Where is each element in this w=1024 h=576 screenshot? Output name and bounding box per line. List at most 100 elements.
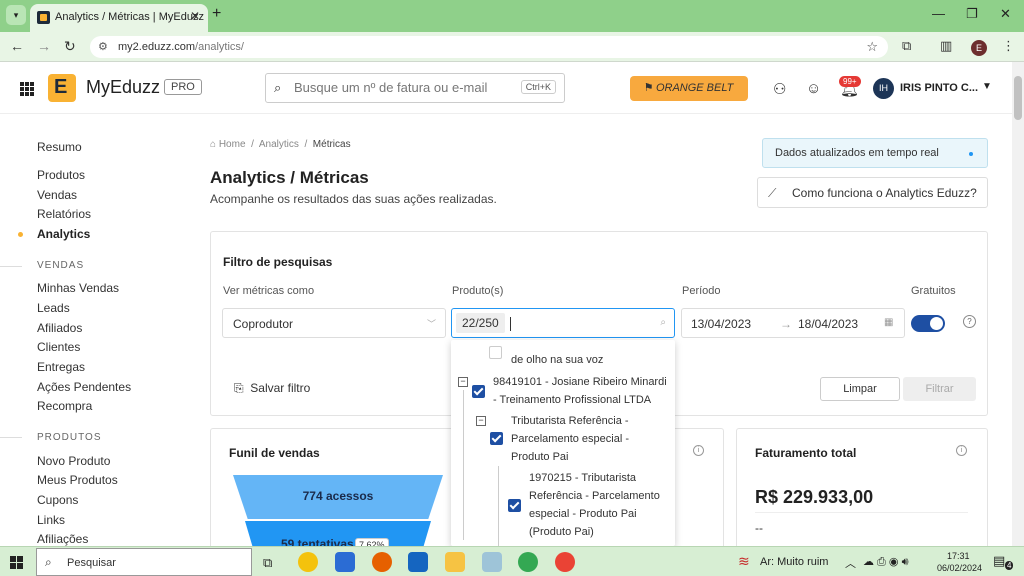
site-info-icon[interactable]: ⚙	[98, 40, 108, 53]
tab-close-icon[interactable]: ✕	[190, 9, 200, 23]
clock-date[interactable]: 06/02/2024	[937, 563, 982, 573]
scrollbar-thumb[interactable]	[1014, 76, 1022, 120]
howto-button[interactable]: ⟋ Como funciona o Analytics Eduzz?	[757, 177, 988, 208]
apply-filter-button[interactable]: Filtrar	[903, 377, 976, 401]
info-icon[interactable]: i	[956, 445, 967, 456]
collapse-icon[interactable]: −	[458, 377, 468, 387]
sidebar-section-vendas: VENDAS	[37, 260, 85, 271]
sidebar-item-analytics[interactable]: Analytics	[37, 227, 90, 241]
date-from[interactable]: 13/04/2023	[691, 317, 751, 331]
chrome-active-icon[interactable]	[555, 552, 575, 572]
funnel-stage-accesses[interactable]: 774 acessos	[233, 475, 443, 519]
chevron-down-icon[interactable]: ▼	[982, 81, 992, 92]
product-checkbox[interactable]	[508, 499, 521, 512]
sidebar-item-recompra[interactable]: Recompra	[37, 399, 92, 413]
sidebar-item-meus-produtos[interactable]: Meus Produtos	[37, 473, 118, 487]
address-bar[interactable]: ⚙ my2.eduzz.com/analytics/ ☆	[90, 36, 888, 58]
browser-tab[interactable]: Analytics / Métricas | MyEduzz ✕	[30, 4, 208, 32]
sidebar-item-clientes[interactable]: Clientes	[37, 340, 80, 354]
myeduzz-logo[interactable]	[48, 74, 76, 102]
view-as-select[interactable]: Coprodutor ﹀	[222, 308, 446, 338]
sidebar-item-afiliacoes[interactable]: Afiliações	[37, 532, 88, 546]
info-icon[interactable]: i	[693, 445, 704, 456]
reload-icon[interactable]: ↻	[64, 38, 76, 55]
sidebar-item-resumo[interactable]: Resumo	[37, 140, 82, 154]
weather-text[interactable]: Ar: Muito ruim	[760, 556, 828, 568]
windows-start-icon[interactable]	[10, 556, 23, 569]
restore-icon[interactable]: ❐	[966, 6, 978, 22]
sidebar-item-produtos[interactable]: Produtos	[37, 168, 85, 182]
sidebar-item-links[interactable]: Links	[37, 513, 65, 527]
task-view-icon[interactable]: ⧉	[263, 555, 272, 571]
save-filter-button[interactable]: ⎘ Salvar filtro	[234, 381, 310, 396]
chat-icon[interactable]: ☺	[806, 80, 821, 97]
new-tab-icon[interactable]: +	[212, 5, 221, 23]
forward-icon[interactable]: →	[37, 38, 51, 54]
tray-chevron-icon[interactable]: ︿	[845, 555, 856, 571]
extensions-icon[interactable]: ⧉	[902, 38, 911, 54]
product-option[interactable]: 98419101 - Josiane Ribeiro Minardi - Tre…	[493, 373, 669, 409]
product-checkbox[interactable]	[489, 346, 502, 359]
sidebar-item-minhas-vendas[interactable]: Minhas Vendas	[37, 281, 119, 295]
back-icon[interactable]: ←	[10, 38, 24, 54]
tree-line	[498, 466, 499, 546]
product-option[interactable]: de olho na sua voz	[511, 351, 661, 369]
period-picker[interactable]: 13/04/2023 → 18/04/2023 ▦	[681, 308, 905, 338]
search-icon: ⌕	[45, 555, 52, 569]
store-icon[interactable]	[335, 552, 355, 572]
close-window-icon[interactable]: ✕	[1000, 6, 1011, 22]
orange-belt-badge[interactable]: ⚑ ORANGE BELT	[630, 76, 748, 101]
breadcrumb-analytics[interactable]: Analytics	[259, 139, 299, 150]
live-dot-icon	[969, 152, 973, 156]
sidebar-item-cupons[interactable]: Cupons	[37, 493, 78, 507]
sidebar-item-entregas[interactable]: Entregas	[37, 360, 85, 374]
bookmark-star-icon[interactable]: ☆	[866, 39, 878, 55]
product-select[interactable]: 22/250 ⌕	[451, 308, 675, 338]
notification-center-icon[interactable]: ▤	[993, 553, 1005, 569]
product-checkbox[interactable]	[472, 385, 485, 398]
profile-avatar[interactable]: E	[971, 40, 987, 56]
free-toggle[interactable]	[911, 315, 945, 332]
revenue-sub: --	[755, 521, 763, 535]
firefox-icon[interactable]	[372, 552, 392, 572]
clear-button[interactable]: Limpar	[820, 377, 900, 401]
product-dropdown[interactable]: de olho na sua voz − 98419101 - Josiane …	[451, 340, 675, 546]
app-header: MyEduzz PRO ⌕ Ctrl+K ⚑ ORANGE BELT ⚇ ☺ 🔔…	[0, 62, 1012, 114]
tray-icons[interactable]: ☁ ⎙ ◉ 🔊︎	[863, 555, 909, 569]
collapse-icon[interactable]: −	[476, 416, 486, 426]
sidebar-item-relatorios[interactable]: Relatórios	[37, 207, 91, 221]
user-name[interactable]: IRIS PINTO C...	[900, 82, 978, 94]
app-icon[interactable]	[482, 552, 502, 572]
help-icon[interactable]: ?	[963, 315, 976, 328]
folder-icon[interactable]	[445, 552, 465, 572]
tab-search-icon[interactable]: ▾	[6, 5, 26, 25]
product-option[interactable]: 1970215 - Tributarista Referência - Parc…	[529, 469, 669, 541]
apps-grid-icon[interactable]	[20, 82, 34, 96]
breadcrumb-home[interactable]: Home	[219, 139, 246, 150]
sidebar-item-novo-produto[interactable]: Novo Produto	[37, 454, 110, 468]
sidebar-item-acoes-pendentes[interactable]: Ações Pendentes	[37, 380, 131, 394]
people-search-icon[interactable]: ⚇	[773, 80, 786, 98]
tree-line	[463, 390, 464, 540]
page-scrollbar[interactable]	[1012, 62, 1024, 546]
minimize-icon[interactable]: —	[932, 6, 945, 21]
browser-menu-icon[interactable]: ⋮	[1002, 38, 1015, 54]
clock-time[interactable]: 17:31	[947, 551, 970, 561]
sidepanel-icon[interactable]: ▥	[940, 38, 952, 54]
air-quality-icon: ≋	[738, 553, 750, 569]
taskbar-search[interactable]: ⌕ Pesquisar	[36, 548, 252, 576]
sidebar-item-afiliados[interactable]: Afiliados	[37, 321, 82, 335]
product-checkbox[interactable]	[490, 432, 503, 445]
search-input[interactable]	[294, 80, 514, 95]
chrome-icon[interactable]	[298, 552, 318, 572]
mail-icon[interactable]	[408, 552, 428, 572]
chrome-profile-icon[interactable]	[518, 552, 538, 572]
product-option[interactable]: Tributarista Referência - Parcelamento e…	[511, 412, 669, 466]
sidebar-item-leads[interactable]: Leads	[37, 301, 70, 315]
date-to[interactable]: 18/04/2023	[798, 317, 858, 331]
view-as-value: Coprodutor	[233, 317, 294, 331]
url-text: my2.eduzz.com/analytics/	[118, 41, 244, 53]
user-avatar[interactable]: IH	[873, 78, 894, 99]
sidebar-item-vendas[interactable]: Vendas	[37, 188, 77, 202]
search-box[interactable]: ⌕ Ctrl+K	[265, 73, 565, 103]
